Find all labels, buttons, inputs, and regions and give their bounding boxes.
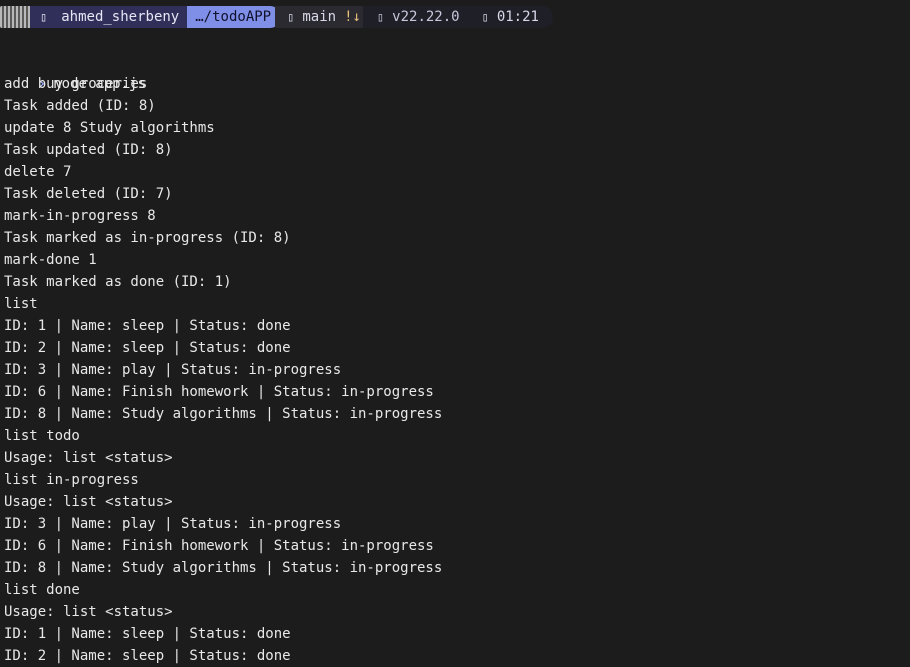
shell-prompt-bar: ▯ ahmed_sherbeny …/todoAPP ▯ main !↓ ▯ v…: [0, 5, 560, 29]
output-line: Task added (ID: 8): [4, 98, 156, 114]
output-line: ID: 2 | Name: sleep | Status: done: [4, 340, 291, 356]
node-version: v22.22.0: [392, 9, 460, 25]
current-path: …/todoAPP: [195, 9, 272, 25]
git-segment: ▯ main !↓: [275, 6, 371, 28]
output-line: add buy groceries: [4, 76, 148, 92]
clock-icon: ▯: [481, 10, 489, 24]
command-line: › node app.js: [4, 51, 910, 92]
output-line: ID: 3 | Name: play | Status: in-progress: [4, 362, 342, 378]
output-line: ID: 8 | Name: Study algorithms | Status:…: [4, 560, 443, 576]
output-line: delete 7: [4, 164, 72, 180]
output-line: Task updated (ID: 8): [4, 142, 173, 158]
terminal-output[interactable]: › node app.js add buy groceries Task added…: [4, 51, 910, 667]
output-line: list done: [4, 582, 80, 598]
output-line: Task marked as in-progress (ID: 8): [4, 230, 291, 246]
output-line: Usage: list <status>: [4, 450, 173, 466]
clock-time: 01:21: [496, 9, 539, 25]
time-segment: ▯ 01:21: [471, 6, 553, 28]
output-line: ID: 2 | Name: sleep | Status: done: [4, 648, 291, 664]
output-line: list in-progress: [4, 472, 139, 488]
output-line: Task deleted (ID: 7): [4, 186, 173, 202]
output-line: Usage: list <status>: [4, 494, 173, 510]
output-line: ID: 1 | Name: sleep | Status: done: [4, 318, 291, 334]
output-line: Usage: list <status>: [4, 604, 173, 620]
git-branch-icon: ▯: [287, 10, 295, 24]
node-segment: ▯ v22.22.0: [362, 6, 472, 28]
user-segment: ▯ ahmed_sherbeny: [30, 6, 188, 28]
output-line: mark-in-progress 8: [4, 208, 156, 224]
git-status: !↓: [344, 9, 361, 25]
git-branch: main: [302, 9, 337, 25]
output-line: ID: 3 | Name: play | Status: in-progress: [4, 516, 342, 532]
output-line: list todo: [4, 428, 80, 444]
output-line: ID: 1 | Name: sleep | Status: done: [4, 626, 291, 642]
username: ahmed_sherbeny: [61, 9, 180, 25]
folder-icon: ▯: [40, 10, 48, 24]
output-line: update 8 Study algorithms: [4, 120, 215, 136]
output-line: mark-done 1: [4, 252, 97, 268]
output-line: ID: 8 | Name: Study algorithms | Status:…: [4, 406, 443, 422]
os-icon: [0, 6, 30, 28]
output-line: Task marked as done (ID: 1): [4, 274, 232, 290]
output-line: ID: 6 | Name: Finish homework | Status: …: [4, 384, 434, 400]
output-line: list: [4, 296, 38, 312]
node-icon: ▯: [376, 10, 385, 24]
output-line: ID: 6 | Name: Finish homework | Status: …: [4, 538, 434, 554]
output-lines: add buy groceries Task added (ID: 8) updat…: [4, 73, 910, 667]
path-segment: …/todoAPP: [187, 6, 282, 28]
